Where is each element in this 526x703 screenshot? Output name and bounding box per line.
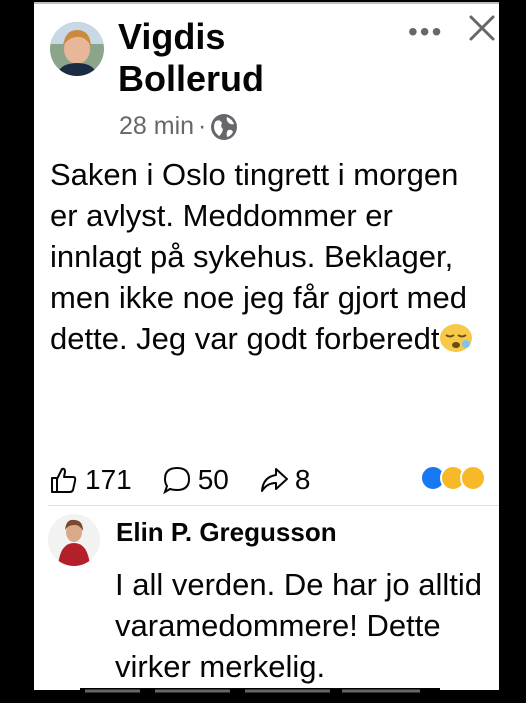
comment-count-value: 50: [197, 464, 229, 495]
more-options-button[interactable]: •••: [408, 16, 443, 48]
post-time[interactable]: 28 min: [119, 112, 194, 141]
comment-divider: [48, 505, 499, 506]
thumbs-up-icon: [51, 467, 77, 493]
post-author-name[interactable]: Vigdis Bollerud: [118, 16, 348, 100]
close-icon[interactable]: [466, 12, 498, 44]
post-card: Vigdis Bollerud ••• 28 min · Saken i Osl…: [34, 2, 499, 690]
top-divider: [34, 2, 499, 4]
cut-off-text-strip: [80, 688, 440, 703]
author-avatar[interactable]: [50, 22, 104, 76]
sad-reaction-icon: [460, 465, 486, 491]
reaction-icons[interactable]: [420, 465, 486, 491]
post-body: Saken i Oslo tingrett i morgen er avlyst…: [50, 154, 490, 359]
post-text: Saken i Oslo tingrett i morgen er avlyst…: [50, 157, 467, 356]
meta-separator: ·: [198, 112, 207, 140]
comment-text: I all verden. De har jo alltid varamedom…: [115, 567, 483, 684]
like-count[interactable]: 171: [49, 464, 132, 496]
comment-author-name[interactable]: Elin P. Gregusson: [116, 517, 337, 548]
comment-bubble-icon: [162, 466, 190, 495]
share-count[interactable]: 8: [259, 464, 311, 496]
more-options-icon: •••: [408, 16, 444, 47]
post-stats: 171 50 8: [49, 462, 494, 498]
comment-count[interactable]: 50: [162, 464, 229, 496]
commenter-avatar[interactable]: [48, 514, 100, 566]
globe-icon: [211, 113, 238, 140]
share-arrow-icon: [260, 468, 288, 492]
like-count-value: 171: [85, 464, 132, 495]
sleepy-face-emoji-icon: [440, 324, 473, 352]
post-meta: 28 min ·: [119, 112, 238, 141]
share-count-value: 8: [294, 464, 311, 495]
